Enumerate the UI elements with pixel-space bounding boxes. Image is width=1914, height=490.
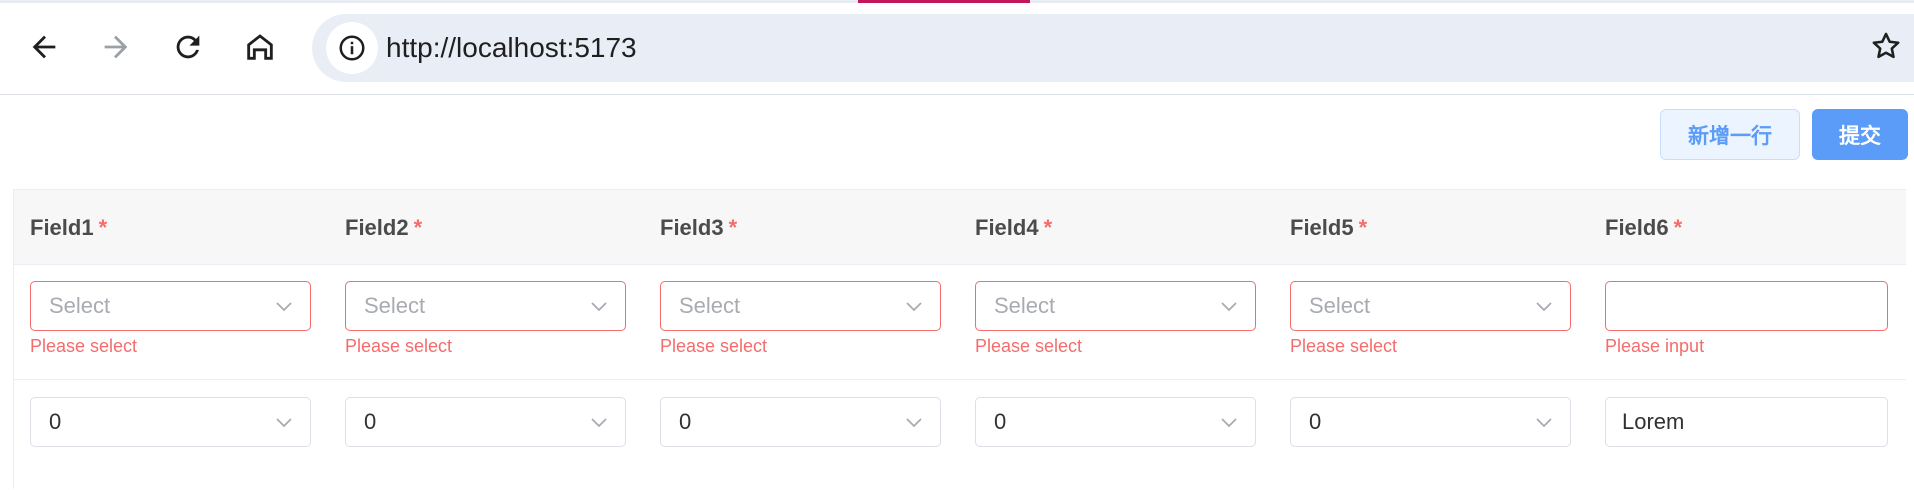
column-header-field6: Field6 * bbox=[1605, 190, 1682, 265]
validation-error: Please input bbox=[1605, 336, 1705, 356]
table-row: 0 0 0 0 0 bbox=[14, 380, 1906, 490]
browser-toolbar: http://localhost:5173 bbox=[0, 3, 1914, 95]
select-value: 0 bbox=[1309, 409, 1322, 434]
column-header-label: Field2 bbox=[345, 215, 409, 240]
column-header-field4: Field4 * bbox=[975, 190, 1052, 265]
field2-select[interactable]: 0 bbox=[345, 397, 626, 447]
field3-select[interactable]: Select bbox=[660, 281, 941, 331]
home-button[interactable] bbox=[232, 19, 288, 75]
field5-select[interactable]: 0 bbox=[1290, 397, 1571, 447]
field6-input[interactable] bbox=[1605, 281, 1888, 331]
validation-error: Please select bbox=[1290, 336, 1398, 356]
required-marker: * bbox=[98, 215, 108, 240]
select-value: 0 bbox=[994, 409, 1007, 434]
field4-select[interactable]: 0 bbox=[975, 397, 1256, 447]
field4-select[interactable]: Select bbox=[975, 281, 1256, 331]
select-placeholder: Select bbox=[49, 293, 111, 318]
chevron-down-icon bbox=[1221, 302, 1237, 312]
validation-error: Please select bbox=[660, 336, 768, 356]
required-marker: * bbox=[1358, 215, 1368, 240]
field6-input[interactable] bbox=[1605, 397, 1888, 447]
chevron-down-icon bbox=[1536, 418, 1552, 428]
required-marker: * bbox=[1673, 215, 1683, 240]
bookmark-star-icon bbox=[1872, 32, 1900, 59]
site-info-button[interactable] bbox=[326, 22, 378, 74]
column-header-field2: Field2 * bbox=[345, 190, 422, 265]
forward-arrow-icon bbox=[104, 35, 128, 59]
reload-icon bbox=[176, 35, 200, 59]
back-button[interactable] bbox=[16, 19, 72, 75]
select-value: 0 bbox=[679, 409, 692, 434]
reload-button[interactable] bbox=[160, 19, 216, 75]
submit-button[interactable]: 提交 bbox=[1812, 109, 1908, 160]
field1-select[interactable]: Select bbox=[30, 281, 311, 331]
home-icon bbox=[247, 34, 273, 60]
address-bar[interactable]: http://localhost:5173 bbox=[312, 14, 1914, 82]
select-placeholder: Select bbox=[1309, 293, 1371, 318]
column-header-field5: Field5 * bbox=[1290, 190, 1367, 265]
table-row: Select Please select Select Please selec… bbox=[14, 265, 1906, 380]
chevron-down-icon bbox=[1221, 418, 1237, 428]
column-header-label: Field5 bbox=[1290, 215, 1354, 240]
bookmark-button[interactable] bbox=[1866, 26, 1906, 66]
chevron-down-icon bbox=[276, 302, 292, 312]
chevron-down-icon bbox=[591, 302, 607, 312]
chevron-down-icon bbox=[906, 302, 922, 312]
column-header-label: Field4 bbox=[975, 215, 1039, 240]
field1-select[interactable]: 0 bbox=[30, 397, 311, 447]
validation-error: Please select bbox=[30, 336, 138, 356]
select-placeholder: Select bbox=[364, 293, 426, 318]
site-info-icon bbox=[339, 35, 365, 61]
select-placeholder: Select bbox=[679, 293, 741, 318]
required-marker: * bbox=[728, 215, 738, 240]
table-header: Field1 * Field2 * Field3 * Field4 * Field5 * … bbox=[14, 190, 1906, 265]
select-placeholder: Select bbox=[994, 293, 1056, 318]
field2-select[interactable]: Select bbox=[345, 281, 626, 331]
chevron-down-icon bbox=[276, 418, 292, 428]
form-table: Field1 * Field2 * Field3 * Field4 * Field5 * … bbox=[13, 189, 1906, 489]
select-value: 0 bbox=[49, 409, 62, 434]
validation-error: Please select bbox=[975, 336, 1083, 356]
back-arrow-icon bbox=[32, 35, 56, 59]
url-text[interactable]: http://localhost:5173 bbox=[386, 14, 637, 82]
add-row-button[interactable]: 新增一行 bbox=[1660, 109, 1800, 160]
column-header-field3: Field3 * bbox=[660, 190, 737, 265]
select-value: 0 bbox=[364, 409, 377, 434]
required-marker: * bbox=[413, 215, 423, 240]
required-marker: * bbox=[1043, 215, 1053, 240]
column-header-label: Field3 bbox=[660, 215, 724, 240]
column-header-label: Field1 bbox=[30, 215, 94, 240]
field3-select[interactable]: 0 bbox=[660, 397, 941, 447]
column-header-field1: Field1 * bbox=[30, 190, 107, 265]
field5-select[interactable]: Select bbox=[1290, 281, 1571, 331]
forward-button[interactable] bbox=[88, 19, 144, 75]
column-header-label: Field6 bbox=[1605, 215, 1669, 240]
validation-error: Please select bbox=[345, 336, 453, 356]
chevron-down-icon bbox=[1536, 302, 1552, 312]
chevron-down-icon bbox=[906, 418, 922, 428]
chevron-down-icon bbox=[591, 418, 607, 428]
